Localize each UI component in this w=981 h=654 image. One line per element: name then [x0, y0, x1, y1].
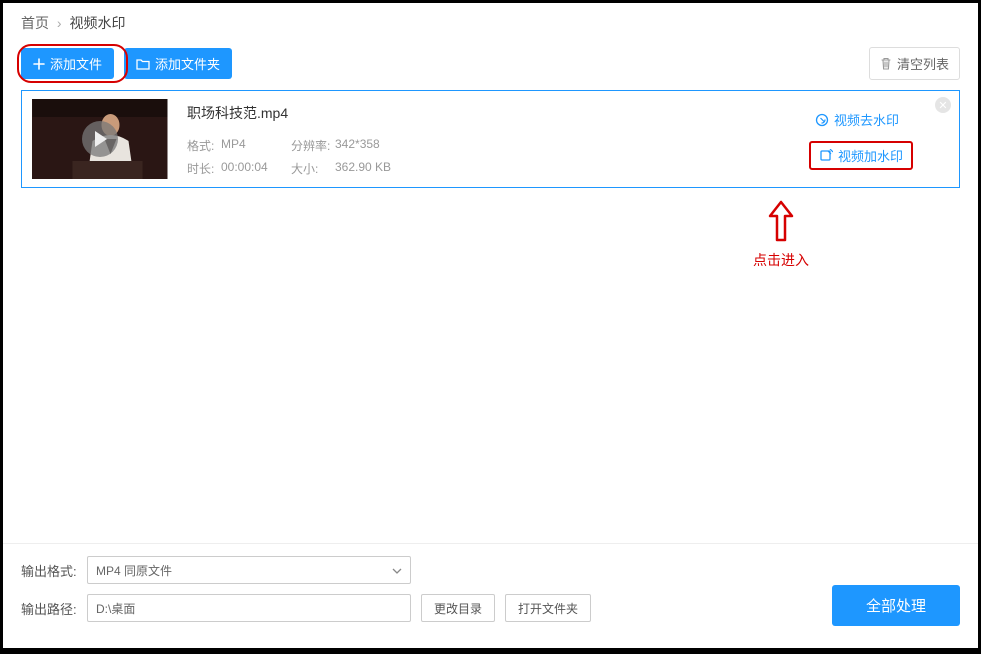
- file-list: 职场科技范.mp4 格式: MP4 分辨率: 342*358 时长: 00:00…: [3, 90, 978, 543]
- annotation-text: 点击进入: [753, 250, 809, 270]
- video-thumbnail[interactable]: [32, 99, 167, 179]
- output-format-label: 输出格式:: [21, 561, 87, 580]
- format-label: 格式:: [187, 137, 221, 154]
- size-label: 大小:: [291, 160, 335, 177]
- clear-list-label: 清空列表: [897, 54, 949, 73]
- breadcrumb-separator: ›: [57, 15, 62, 31]
- process-all-button[interactable]: 全部处理: [832, 585, 960, 626]
- remove-file-button[interactable]: ✕: [935, 97, 951, 113]
- add-file-label: 添加文件: [50, 54, 102, 73]
- remove-watermark-label: 视频去水印: [834, 110, 899, 129]
- clear-list-button[interactable]: 清空列表: [869, 47, 960, 80]
- output-format-value: MP4 同原文件: [96, 562, 172, 579]
- add-folder-label: 添加文件夹: [155, 54, 220, 73]
- add-file-button[interactable]: 添加文件: [21, 48, 114, 79]
- toolbar: 添加文件 添加文件夹 清空列表: [3, 41, 978, 90]
- breadcrumb-home[interactable]: 首页: [21, 15, 49, 31]
- annotation: 点击进入: [753, 200, 809, 270]
- remove-watermark-button[interactable]: 视频去水印: [809, 108, 905, 131]
- output-path-value: D:\桌面: [96, 600, 135, 617]
- arrow-up-icon: [766, 200, 796, 244]
- format-value: MP4: [221, 137, 291, 154]
- output-format-select[interactable]: MP4 同原文件: [87, 556, 411, 584]
- duration-label: 时长:: [187, 160, 221, 177]
- open-folder-button[interactable]: 打开文件夹: [505, 594, 591, 622]
- resolution-value: 342*358: [335, 137, 405, 154]
- file-meta: 职场科技范.mp4 格式: MP4 分辨率: 342*358 时长: 00:00…: [167, 99, 809, 179]
- add-watermark-icon: [819, 149, 833, 163]
- output-path-label: 输出路径:: [21, 599, 87, 618]
- duration-value: 00:00:04: [221, 160, 291, 177]
- change-dir-button[interactable]: 更改目录: [421, 594, 495, 622]
- remove-watermark-icon: [815, 113, 829, 127]
- plus-icon: [33, 58, 45, 70]
- file-ops: 视频去水印 视频加水印: [809, 99, 949, 179]
- output-path-input[interactable]: D:\桌面: [87, 594, 411, 622]
- breadcrumb-current: 视频水印: [69, 15, 125, 31]
- play-icon: [82, 121, 118, 157]
- breadcrumb: 首页 › 视频水印: [3, 3, 978, 41]
- file-card[interactable]: 职场科技范.mp4 格式: MP4 分辨率: 342*358 时长: 00:00…: [21, 90, 960, 188]
- add-watermark-label: 视频加水印: [838, 146, 903, 165]
- add-watermark-button[interactable]: 视频加水印: [809, 141, 913, 170]
- add-folder-button[interactable]: 添加文件夹: [124, 48, 232, 79]
- trash-icon: [880, 57, 892, 70]
- file-name: 职场科技范.mp4: [187, 103, 809, 123]
- folder-icon: [136, 58, 150, 70]
- size-value: 362.90 KB: [335, 160, 405, 177]
- resolution-label: 分辨率:: [291, 137, 335, 154]
- chevron-down-icon: [392, 563, 402, 577]
